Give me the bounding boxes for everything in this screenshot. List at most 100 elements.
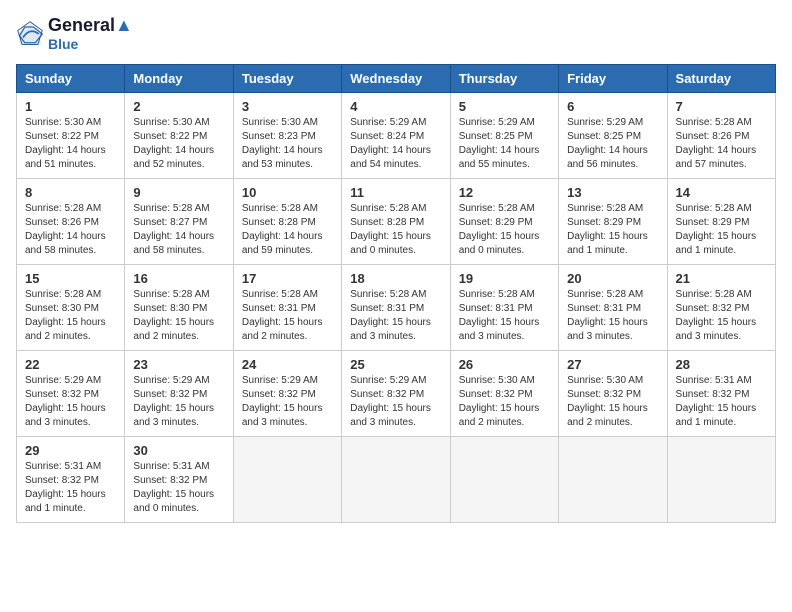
cell-sunrise: Sunrise: 5:30 AM	[567, 375, 643, 386]
cell-daylight: Daylight: 15 hours and 1 minute.	[567, 231, 648, 256]
cell-daylight: Daylight: 14 hours and 58 minutes.	[133, 231, 214, 256]
cell-sunrise: Sunrise: 5:29 AM	[25, 375, 101, 386]
calendar-cell-day-24: 24 Sunrise: 5:29 AM Sunset: 8:32 PM Dayl…	[233, 350, 341, 436]
cell-sunset: Sunset: 8:30 PM	[133, 303, 207, 314]
logo-icon	[16, 20, 44, 48]
day-number: 1	[25, 99, 116, 114]
column-header-thursday: Thursday	[450, 64, 558, 92]
cell-sunrise: Sunrise: 5:28 AM	[242, 203, 318, 214]
day-number: 23	[133, 357, 224, 372]
cell-sunset: Sunset: 8:22 PM	[25, 131, 99, 142]
day-number: 29	[25, 443, 116, 458]
calendar-cell-day-16: 16 Sunrise: 5:28 AM Sunset: 8:30 PM Dayl…	[125, 264, 233, 350]
calendar-week-1: 1 Sunrise: 5:30 AM Sunset: 8:22 PM Dayli…	[17, 92, 776, 178]
cell-sunset: Sunset: 8:32 PM	[567, 389, 641, 400]
cell-sunrise: Sunrise: 5:28 AM	[459, 203, 535, 214]
cell-sunset: Sunset: 8:25 PM	[459, 131, 533, 142]
day-number: 6	[567, 99, 658, 114]
calendar-cell-day-6: 6 Sunrise: 5:29 AM Sunset: 8:25 PM Dayli…	[559, 92, 667, 178]
cell-sunrise: Sunrise: 5:28 AM	[459, 289, 535, 300]
calendar-cell-empty	[450, 436, 558, 522]
cell-sunrise: Sunrise: 5:29 AM	[350, 375, 426, 386]
cell-sunrise: Sunrise: 5:28 AM	[350, 203, 426, 214]
calendar-cell-day-28: 28 Sunrise: 5:31 AM Sunset: 8:32 PM Dayl…	[667, 350, 775, 436]
cell-sunrise: Sunrise: 5:31 AM	[25, 461, 101, 472]
calendar-cell-day-13: 13 Sunrise: 5:28 AM Sunset: 8:29 PM Dayl…	[559, 178, 667, 264]
calendar-cell-day-18: 18 Sunrise: 5:28 AM Sunset: 8:31 PM Dayl…	[342, 264, 450, 350]
day-number: 12	[459, 185, 550, 200]
cell-daylight: Daylight: 15 hours and 3 minutes.	[567, 317, 648, 342]
calendar-cell-day-3: 3 Sunrise: 5:30 AM Sunset: 8:23 PM Dayli…	[233, 92, 341, 178]
cell-daylight: Daylight: 14 hours and 56 minutes.	[567, 145, 648, 170]
cell-sunrise: Sunrise: 5:28 AM	[567, 203, 643, 214]
cell-sunset: Sunset: 8:29 PM	[567, 217, 641, 228]
cell-sunset: Sunset: 8:32 PM	[25, 389, 99, 400]
calendar-week-3: 15 Sunrise: 5:28 AM Sunset: 8:30 PM Dayl…	[17, 264, 776, 350]
column-header-saturday: Saturday	[667, 64, 775, 92]
cell-sunset: Sunset: 8:28 PM	[350, 217, 424, 228]
cell-sunrise: Sunrise: 5:29 AM	[242, 375, 318, 386]
column-header-sunday: Sunday	[17, 64, 125, 92]
day-number: 17	[242, 271, 333, 286]
cell-sunrise: Sunrise: 5:30 AM	[242, 117, 318, 128]
calendar-cell-day-10: 10 Sunrise: 5:28 AM Sunset: 8:28 PM Dayl…	[233, 178, 341, 264]
calendar-week-4: 22 Sunrise: 5:29 AM Sunset: 8:32 PM Dayl…	[17, 350, 776, 436]
calendar-week-5: 29 Sunrise: 5:31 AM Sunset: 8:32 PM Dayl…	[17, 436, 776, 522]
cell-sunrise: Sunrise: 5:30 AM	[459, 375, 535, 386]
cell-daylight: Daylight: 15 hours and 3 minutes.	[25, 403, 106, 428]
calendar-cell-day-2: 2 Sunrise: 5:30 AM Sunset: 8:22 PM Dayli…	[125, 92, 233, 178]
cell-sunrise: Sunrise: 5:30 AM	[133, 117, 209, 128]
calendar-cell-day-25: 25 Sunrise: 5:29 AM Sunset: 8:32 PM Dayl…	[342, 350, 450, 436]
day-number: 7	[676, 99, 767, 114]
cell-sunset: Sunset: 8:32 PM	[25, 475, 99, 486]
cell-sunrise: Sunrise: 5:28 AM	[242, 289, 318, 300]
page-header: General▲ Blue	[16, 16, 776, 52]
cell-daylight: Daylight: 14 hours and 59 minutes.	[242, 231, 323, 256]
day-number: 19	[459, 271, 550, 286]
cell-sunset: Sunset: 8:22 PM	[133, 131, 207, 142]
calendar-table: SundayMondayTuesdayWednesdayThursdayFrid…	[16, 64, 776, 523]
cell-daylight: Daylight: 15 hours and 3 minutes.	[350, 403, 431, 428]
cell-sunrise: Sunrise: 5:29 AM	[567, 117, 643, 128]
cell-daylight: Daylight: 15 hours and 3 minutes.	[242, 403, 323, 428]
calendar-cell-empty	[342, 436, 450, 522]
cell-daylight: Daylight: 15 hours and 1 minute.	[25, 489, 106, 514]
day-number: 28	[676, 357, 767, 372]
cell-sunset: Sunset: 8:27 PM	[133, 217, 207, 228]
day-number: 16	[133, 271, 224, 286]
cell-daylight: Daylight: 15 hours and 2 minutes.	[567, 403, 648, 428]
cell-daylight: Daylight: 14 hours and 52 minutes.	[133, 145, 214, 170]
calendar-cell-day-20: 20 Sunrise: 5:28 AM Sunset: 8:31 PM Dayl…	[559, 264, 667, 350]
cell-sunset: Sunset: 8:32 PM	[350, 389, 424, 400]
cell-daylight: Daylight: 15 hours and 2 minutes.	[133, 317, 214, 342]
cell-sunset: Sunset: 8:31 PM	[459, 303, 533, 314]
cell-daylight: Daylight: 15 hours and 3 minutes.	[133, 403, 214, 428]
cell-sunset: Sunset: 8:31 PM	[567, 303, 641, 314]
cell-sunrise: Sunrise: 5:29 AM	[350, 117, 426, 128]
day-number: 13	[567, 185, 658, 200]
cell-daylight: Daylight: 14 hours and 57 minutes.	[676, 145, 757, 170]
logo-text: General▲ Blue	[48, 16, 133, 52]
cell-sunrise: Sunrise: 5:28 AM	[676, 203, 752, 214]
cell-sunrise: Sunrise: 5:28 AM	[676, 117, 752, 128]
column-header-friday: Friday	[559, 64, 667, 92]
cell-sunset: Sunset: 8:28 PM	[242, 217, 316, 228]
cell-sunrise: Sunrise: 5:28 AM	[133, 289, 209, 300]
cell-sunset: Sunset: 8:30 PM	[25, 303, 99, 314]
cell-daylight: Daylight: 15 hours and 0 minutes.	[133, 489, 214, 514]
cell-sunset: Sunset: 8:29 PM	[459, 217, 533, 228]
calendar-cell-day-21: 21 Sunrise: 5:28 AM Sunset: 8:32 PM Dayl…	[667, 264, 775, 350]
calendar-cell-day-26: 26 Sunrise: 5:30 AM Sunset: 8:32 PM Dayl…	[450, 350, 558, 436]
day-number: 20	[567, 271, 658, 286]
cell-sunrise: Sunrise: 5:28 AM	[133, 203, 209, 214]
cell-daylight: Daylight: 14 hours and 55 minutes.	[459, 145, 540, 170]
day-number: 22	[25, 357, 116, 372]
cell-sunset: Sunset: 8:32 PM	[459, 389, 533, 400]
calendar-cell-day-30: 30 Sunrise: 5:31 AM Sunset: 8:32 PM Dayl…	[125, 436, 233, 522]
day-number: 11	[350, 185, 441, 200]
calendar-cell-day-8: 8 Sunrise: 5:28 AM Sunset: 8:26 PM Dayli…	[17, 178, 125, 264]
cell-sunrise: Sunrise: 5:29 AM	[459, 117, 535, 128]
calendar-cell-empty	[667, 436, 775, 522]
cell-sunrise: Sunrise: 5:30 AM	[25, 117, 101, 128]
cell-sunset: Sunset: 8:32 PM	[133, 475, 207, 486]
